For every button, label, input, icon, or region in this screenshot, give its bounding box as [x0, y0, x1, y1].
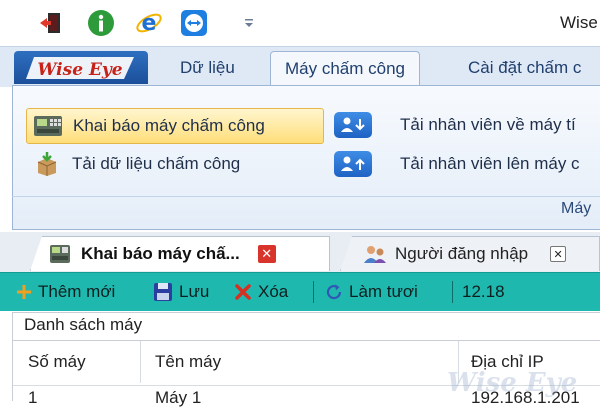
version-text: 12.18	[462, 282, 505, 301]
ribbon-group-divider	[12, 196, 600, 197]
close-tab-icon[interactable]: ✕	[257, 245, 276, 263]
tab-label: Máy chấm công	[285, 59, 405, 78]
load-attendance-label: Tải dữ liệu chấm công	[72, 154, 241, 173]
cell-so-may[interactable]: 1	[28, 388, 37, 408]
machine-list-title: Danh sách máy	[24, 315, 143, 334]
delete-label: Xóa	[258, 282, 289, 301]
column-header-so-may[interactable]: Số máy	[28, 352, 86, 372]
attendance-machine-icon	[49, 244, 71, 264]
tab-cai-dat-cham-cong[interactable]: Cài đặt chấm c	[468, 51, 581, 85]
doc-tab-khai-bao-may[interactable]: Khai báo máy chấ... ✕	[30, 236, 330, 271]
exit-door-icon[interactable]	[36, 8, 66, 38]
declare-machine-label: Khai báo máy chấm công	[73, 116, 265, 135]
watermark-logo: Wise Eye	[447, 368, 578, 398]
add-label: Thêm mới	[38, 282, 116, 301]
app-logo-text: Wise Eye	[37, 60, 122, 80]
cell-ten-may[interactable]: Máy 1	[155, 388, 201, 408]
save-button[interactable]: Lưu	[153, 279, 209, 305]
remote-support-icon[interactable]	[179, 8, 209, 38]
refresh-button[interactable]: Làm tươi	[325, 279, 418, 305]
doc-tab-label: Khai báo máy chấ...	[81, 244, 240, 263]
load-attendance-button[interactable]: Tải dữ liệu chấm công	[32, 147, 240, 181]
upload-staff-label: Tải nhân viên lên máy c	[400, 154, 580, 173]
refresh-icon	[325, 283, 343, 301]
tab-du-lieu[interactable]: Dữ liệu	[180, 51, 235, 85]
info-icon[interactable]	[86, 8, 116, 38]
save-label: Lưu	[179, 282, 210, 301]
toolbar-separator	[313, 281, 314, 303]
app-menu-button[interactable]: Wise Eye	[14, 51, 148, 84]
users-group-icon	[363, 244, 387, 264]
declare-machine-button[interactable]: Khai báo máy chấm công	[26, 108, 324, 144]
customize-dropdown-icon[interactable]	[234, 8, 264, 38]
doc-tab-nguoi-dang-nhap[interactable]: Người đăng nhập ✕	[340, 236, 600, 271]
window-title: Wise	[560, 13, 598, 32]
floppy-disk-icon	[153, 282, 173, 302]
download-box-icon	[32, 151, 62, 177]
plus-icon	[16, 284, 32, 300]
tab-label: Dữ liệu	[180, 58, 235, 77]
tab-label: Cài đặt chấm c	[468, 58, 582, 77]
ribbon-group-label: Máy	[561, 200, 592, 217]
column-separator[interactable]	[140, 341, 141, 383]
refresh-label: Làm tươi	[349, 282, 418, 301]
toolbar-separator	[452, 281, 453, 303]
svg-text:e: e	[142, 11, 157, 36]
upload-staff-button[interactable]: Tải nhân viên lên máy c	[334, 147, 580, 181]
delete-x-icon	[234, 283, 252, 301]
user-download-icon	[334, 112, 372, 138]
delete-button[interactable]: Xóa	[234, 279, 288, 305]
download-staff-label: Tải nhân viên về máy tí	[400, 115, 576, 134]
column-header-ten-may[interactable]: Tên máy	[155, 352, 221, 372]
close-tab-icon[interactable]: ✕	[550, 246, 567, 262]
attendance-machine-icon	[33, 113, 63, 139]
doc-tab-label: Người đăng nhập	[395, 244, 529, 263]
tab-may-cham-cong[interactable]: Máy chấm công	[270, 51, 420, 86]
add-button[interactable]: Thêm mới	[16, 279, 115, 305]
internet-explorer-icon[interactable]: e	[134, 8, 164, 38]
user-upload-icon	[334, 151, 372, 177]
download-staff-button[interactable]: Tải nhân viên về máy tí	[334, 108, 576, 142]
